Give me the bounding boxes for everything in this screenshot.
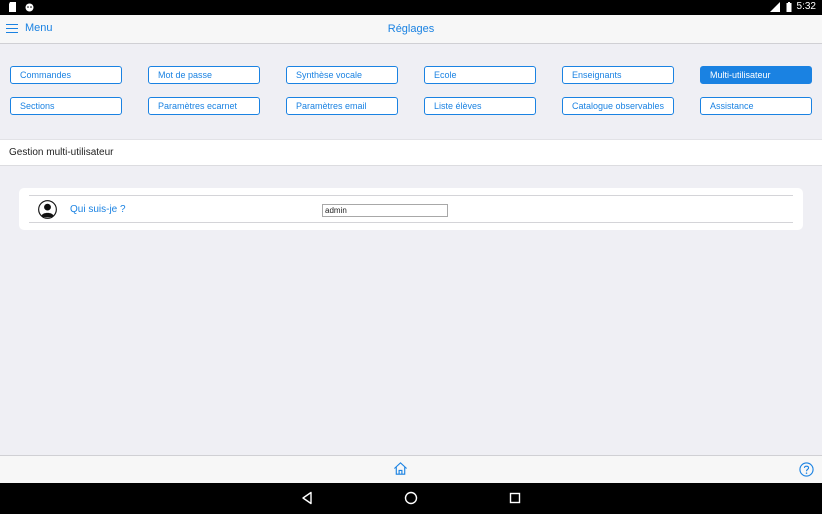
tab-enseignants[interactable]: Enseignants xyxy=(562,66,674,84)
signal-icon xyxy=(769,1,780,12)
battery-icon xyxy=(786,1,792,12)
tab-parametres-ecarnet[interactable]: Paramètres ecarnet xyxy=(148,97,260,115)
sd-card-icon xyxy=(9,2,16,12)
recent-apps-icon[interactable] xyxy=(508,491,522,505)
who-am-i-row: Qui suis-je ? admin xyxy=(29,195,793,223)
back-icon[interactable] xyxy=(300,491,314,505)
tab-synthese-vocale[interactable]: Synthèse vocale xyxy=(286,66,398,84)
multi-user-card: Qui suis-je ? admin xyxy=(19,188,803,230)
status-time: 5:32 xyxy=(796,1,816,12)
tab-catalogue-observables[interactable]: Catalogue observables xyxy=(562,97,674,115)
settings-tabs: Commandes Mot de passe Synthèse vocale E… xyxy=(0,44,822,139)
section-title: Gestion multi-utilisateur xyxy=(9,147,114,158)
user-avatar-icon xyxy=(38,200,57,219)
tab-liste-eleves[interactable]: Liste élèves xyxy=(424,97,536,115)
username-field[interactable]: admin xyxy=(322,204,448,217)
home-icon[interactable] xyxy=(393,461,408,476)
tab-sections[interactable]: Sections xyxy=(10,97,122,115)
tab-assistance[interactable]: Assistance xyxy=(700,97,812,115)
tab-multi-utilisateur[interactable]: Multi-utilisateur xyxy=(700,66,812,84)
tab-commandes[interactable]: Commandes xyxy=(10,66,122,84)
android-nav-bar xyxy=(0,483,822,514)
tab-mot-de-passe[interactable]: Mot de passe xyxy=(148,66,260,84)
help-icon[interactable] xyxy=(799,462,814,477)
tab-parametres-email[interactable]: Paramètres email xyxy=(286,97,398,115)
status-bar: 5:32 xyxy=(0,0,822,15)
home-circle-icon[interactable] xyxy=(404,491,418,505)
who-am-i-label: Qui suis-je ? xyxy=(70,204,126,215)
android-debug-icon xyxy=(25,3,34,12)
tab-ecole[interactable]: Ecole xyxy=(424,66,536,84)
page-title: Réglages xyxy=(387,23,435,35)
top-bar: Menu Réglages xyxy=(0,15,822,44)
bottom-toolbar xyxy=(0,455,822,483)
section-header: Gestion multi-utilisateur xyxy=(0,139,822,166)
